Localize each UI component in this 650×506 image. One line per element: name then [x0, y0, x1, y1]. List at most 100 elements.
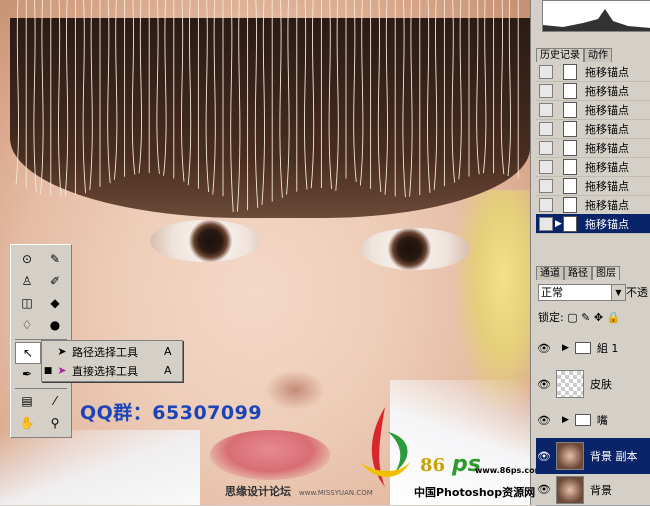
document-icon: [563, 215, 577, 232]
eraser-icon[interactable]: ◫: [15, 293, 39, 313]
layers-tabs: 通道 路径 图层: [536, 266, 620, 280]
path-strand: [40, 0, 44, 195]
tab-history[interactable]: 历史记录: [536, 48, 584, 62]
lock-all-icon[interactable]: 🔒: [607, 311, 621, 324]
lasso-icon[interactable]: ⊙: [15, 249, 39, 269]
path-lines[interactable]: [0, 0, 530, 230]
path-strand: [328, 0, 333, 190]
tab-layers[interactable]: 图层: [592, 266, 620, 280]
path-strand: [279, 0, 283, 198]
lock-transparency-icon[interactable]: ▢: [567, 311, 577, 324]
eye-icon[interactable]: 👁: [536, 483, 552, 496]
history-checkbox[interactable]: [539, 121, 553, 136]
path-strand: [113, 0, 118, 180]
lock-paint-icon[interactable]: ✎: [581, 311, 590, 324]
folder-icon: [574, 342, 591, 354]
flyout-item-path-select[interactable]: ➤ 路径选择工具 A: [42, 342, 182, 361]
path-strand: [384, 0, 388, 195]
left-eye: [150, 220, 260, 262]
layer-row[interactable]: 👁 皮肤: [536, 366, 650, 403]
eye-icon[interactable]: 👁: [536, 414, 552, 427]
path-strand: [156, 0, 160, 174]
document-icon: [563, 82, 577, 99]
layer-thumbnail: [556, 442, 584, 470]
history-item[interactable]: 拖移锚点: [536, 138, 650, 158]
missyuan-logo: [360, 407, 410, 487]
path-strand: [236, 0, 241, 212]
history-checkbox[interactable]: [539, 197, 553, 212]
path-strand: [254, 0, 259, 208]
history-item[interactable]: 拖移锚点: [536, 119, 650, 139]
path-strand: [230, 0, 234, 213]
flyout-item-direct-select[interactable]: ■ ➤ 直接选择工具 A: [42, 361, 182, 380]
history-checkbox[interactable]: [539, 216, 553, 231]
history-item[interactable]: 拖移锚点: [536, 195, 650, 215]
blend-mode-select[interactable]: 正常 ▼: [538, 284, 626, 301]
document-icon: [563, 139, 577, 156]
stamp-icon[interactable]: ♙: [15, 271, 39, 291]
collar-left: [0, 430, 200, 505]
lock-move-icon[interactable]: ✥: [594, 311, 603, 324]
path-strand: [500, 0, 505, 175]
layer-row[interactable]: 👁 背景: [536, 474, 650, 506]
history-checkbox[interactable]: [539, 159, 553, 174]
dodge-icon[interactable]: ●: [43, 315, 67, 335]
history-checkbox[interactable]: [539, 64, 553, 79]
qq-group-label: QQ群：65307099: [80, 402, 263, 424]
layer-thumbnail: [556, 370, 584, 398]
history-checkbox[interactable]: [539, 83, 553, 98]
path-strand: [427, 0, 431, 193]
history-brush-icon[interactable]: ✐: [43, 271, 67, 291]
history-item[interactable]: 拖移锚点: [536, 62, 650, 82]
layers-options: 正常 ▼ 不透 锁定: ▢ ✎ ✥ 🔒: [536, 280, 650, 330]
layer-row[interactable]: 👁 ▶ 嘴: [536, 402, 650, 439]
path-strand: [433, 0, 438, 190]
bucket-icon[interactable]: ◆: [43, 293, 67, 313]
path-strand: [476, 0, 480, 175]
history-item-current[interactable]: ▶ 拖移锚点: [536, 214, 650, 234]
path-strand: [181, 0, 185, 182]
expand-triangle-icon[interactable]: ▶: [562, 415, 569, 425]
current-state-icon: ▶: [555, 218, 562, 229]
path-strand: [58, 0, 62, 198]
brush-icon[interactable]: ✎: [43, 249, 67, 269]
history-checkbox[interactable]: [539, 102, 553, 117]
missyuan-watermark: 思缘设计论坛 www.MISSYUAN.COM: [225, 485, 373, 498]
direct-select-icon[interactable]: ↖: [15, 342, 41, 364]
eye-icon[interactable]: 👁: [536, 342, 552, 355]
path-strand: [353, 0, 357, 182]
history-tabs: 历史记录 动作: [536, 48, 612, 62]
eye-icon[interactable]: 👁: [536, 450, 552, 463]
path-strand: [131, 0, 136, 175]
path-strand: [335, 0, 339, 191]
hand-icon[interactable]: ✋: [15, 413, 39, 433]
path-strand: [107, 0, 111, 184]
path-strand: [138, 0, 142, 174]
image-canvas[interactable]: [0, 0, 530, 505]
history-checkbox[interactable]: [539, 178, 553, 193]
tab-actions[interactable]: 动作: [584, 48, 612, 62]
layer-row[interactable]: 👁 ▶ 組 1: [536, 330, 650, 367]
path-strand: [507, 0, 511, 177]
folder-icon: [574, 414, 591, 426]
history-checkbox[interactable]: [539, 140, 553, 155]
tab-paths[interactable]: 路径: [564, 266, 592, 280]
expand-triangle-icon[interactable]: ▶: [562, 343, 569, 353]
history-item[interactable]: 拖移锚点: [536, 176, 650, 196]
nose-shadow: [265, 370, 325, 410]
direct-select-icon: ➤: [57, 364, 67, 377]
path-strand: [82, 0, 87, 194]
pen-icon[interactable]: ✒: [15, 364, 39, 384]
blur-icon[interactable]: ♢: [15, 315, 39, 335]
layer-row-selected[interactable]: 👁 背景 副本: [536, 438, 650, 475]
history-item[interactable]: 拖移锚点: [536, 100, 650, 120]
document-icon: [563, 120, 577, 137]
notes-icon[interactable]: ▤: [15, 391, 39, 411]
tab-channels[interactable]: 通道: [536, 266, 564, 280]
eyedropper-icon[interactable]: ⁄: [43, 391, 67, 411]
path-strand: [15, 0, 19, 186]
history-item[interactable]: 拖移锚点: [536, 81, 650, 101]
history-item[interactable]: 拖移锚点: [536, 157, 650, 177]
zoom-icon[interactable]: ⚲: [43, 413, 67, 433]
eye-icon[interactable]: 👁: [536, 378, 552, 391]
